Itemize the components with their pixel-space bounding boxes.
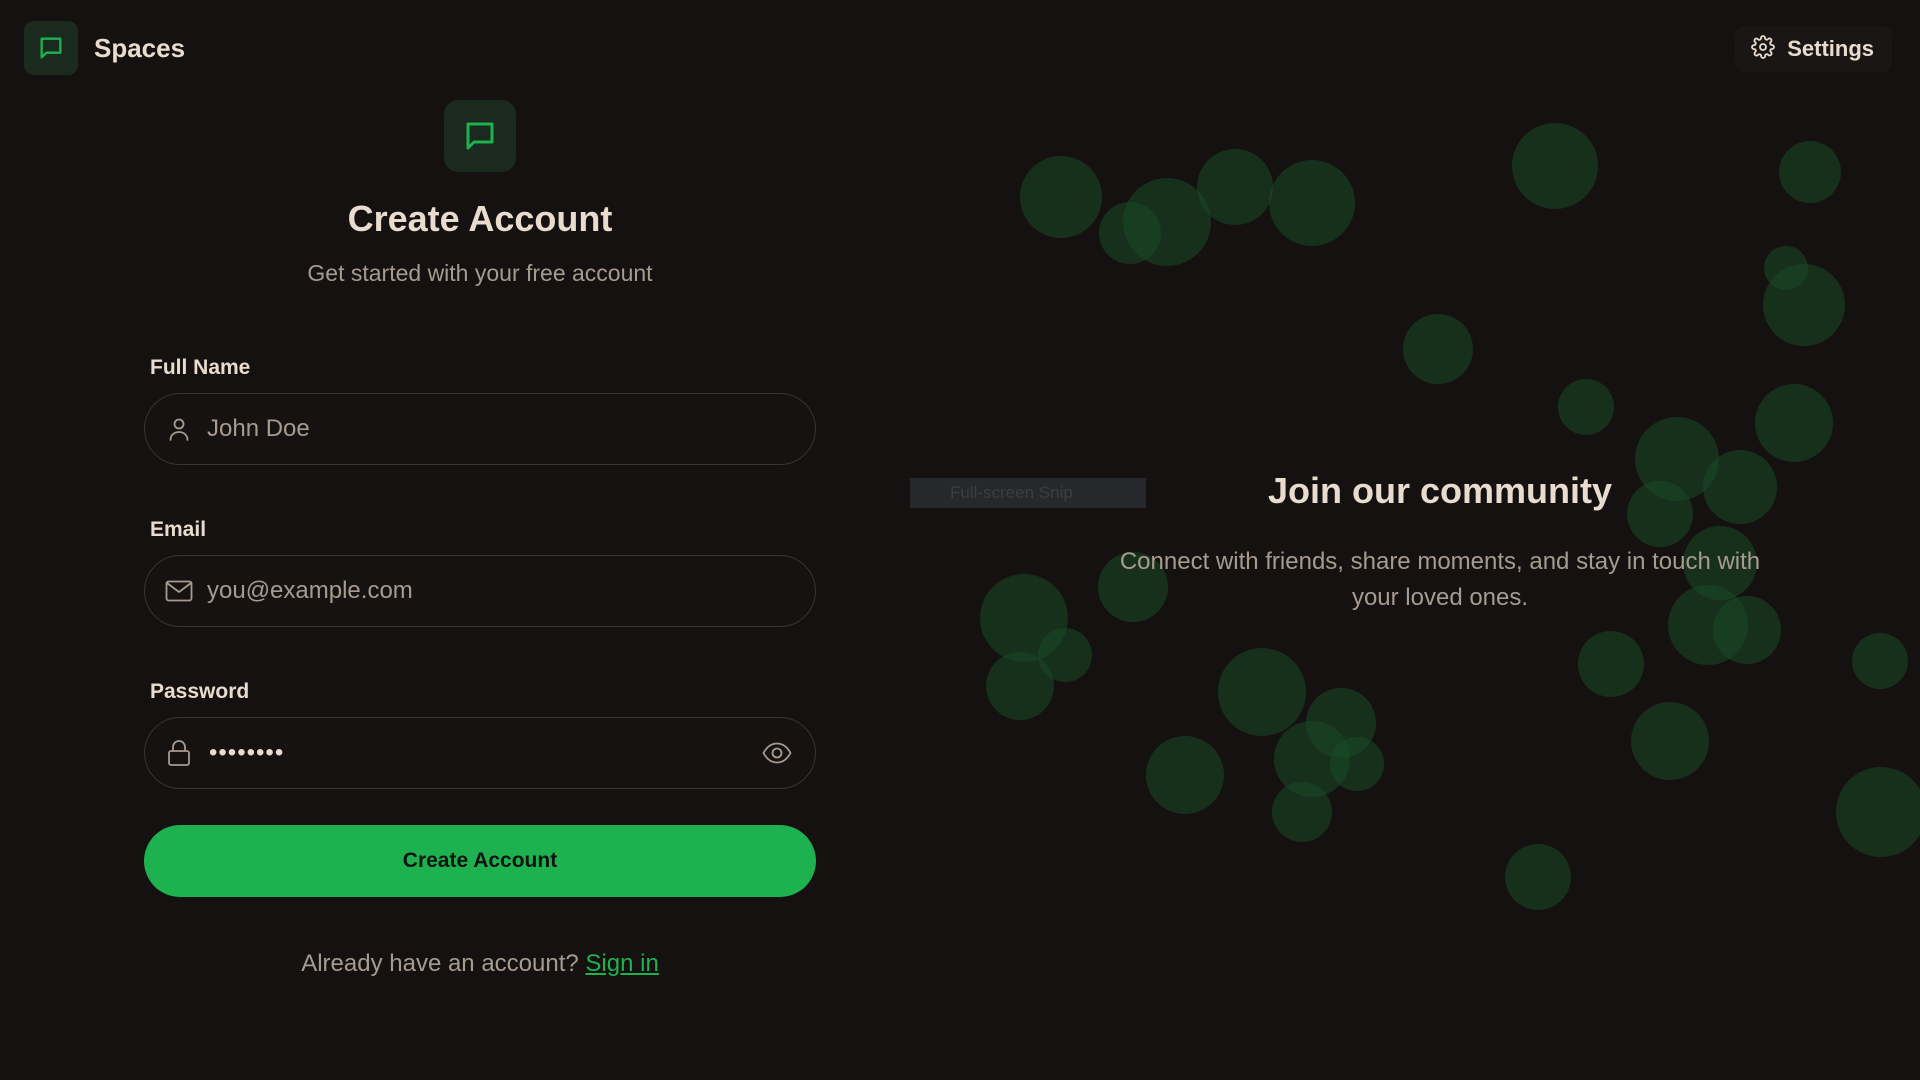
message-square-icon	[24, 21, 78, 75]
settings-button[interactable]: Settings	[1735, 26, 1892, 72]
community-panel: Join our community Connect with friends,…	[960, 98, 1920, 1080]
signin-prompt-text: Already have an account?	[301, 950, 579, 977]
full-name-label: Full Name	[150, 356, 251, 379]
message-square-icon	[444, 100, 516, 172]
full-name-input[interactable]	[207, 394, 815, 464]
eye-icon[interactable]	[759, 737, 795, 769]
app-name: Spaces	[94, 32, 186, 63]
signup-page: Spaces Settings Join our community Conne…	[0, 0, 1920, 1080]
form-subtitle: Get started with your free account	[307, 260, 653, 286]
community-description: Connect with friends, share moments, and…	[1119, 548, 1761, 611]
lock-icon	[163, 737, 195, 769]
email-label: Email	[150, 518, 207, 541]
full-name-field[interactable]	[144, 393, 816, 465]
gear-icon	[1751, 34, 1776, 64]
sign-in-link[interactable]: Sign in	[585, 950, 658, 977]
settings-label: Settings	[1787, 36, 1874, 61]
top-bar: Spaces Settings	[0, 0, 1920, 98]
form-title: Create Account	[347, 198, 613, 239]
mail-icon	[163, 575, 195, 607]
brand[interactable]: Spaces	[24, 21, 185, 75]
user-icon	[163, 413, 195, 445]
snip-overlay-label: Full-screen Snip	[910, 478, 1146, 508]
email-input[interactable]	[207, 556, 815, 626]
signin-prompt: Already have an account? Sign in	[0, 950, 960, 978]
email-field[interactable]	[144, 555, 816, 627]
create-account-button[interactable]: Create Account	[144, 825, 816, 897]
password-field[interactable]: ••••••••	[144, 717, 816, 789]
password-input[interactable]: ••••••••	[209, 739, 759, 767]
password-label: Password	[150, 680, 250, 703]
